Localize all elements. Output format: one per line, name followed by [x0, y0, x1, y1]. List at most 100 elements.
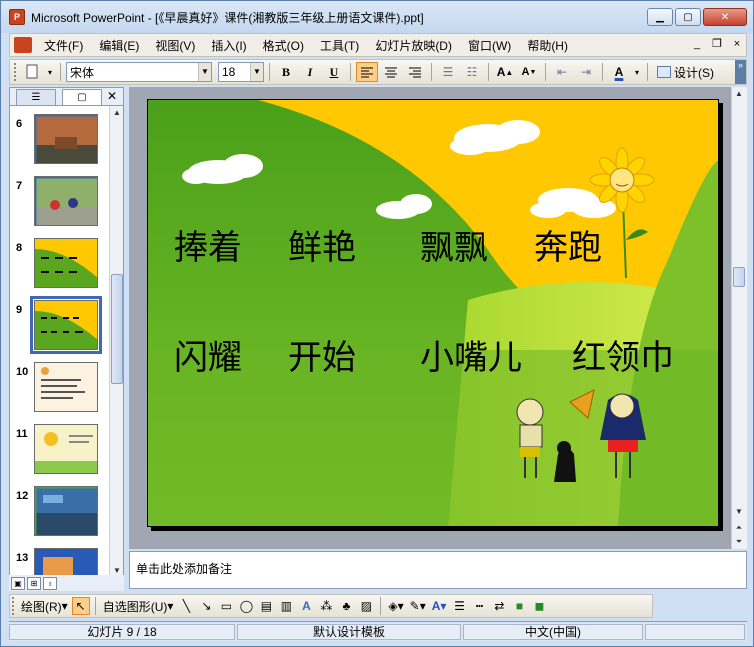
menu-tools[interactable]: 工具(T)	[312, 37, 367, 54]
align-left-icon[interactable]	[356, 62, 378, 82]
chevron-down-icon[interactable]: ▾	[632, 62, 642, 82]
fill-color-icon[interactable]: ◈▾	[386, 597, 405, 615]
3d-icon[interactable]: ◼	[530, 597, 548, 615]
slide-thumbnail[interactable]	[34, 548, 98, 578]
bold-button[interactable]: B	[275, 62, 297, 82]
vocab-word[interactable]: 飘飘	[420, 220, 488, 269]
vocab-word[interactable]: 奔跑	[534, 220, 602, 269]
slide-scrollbar[interactable]: ▲ ▼ ⏶ ⏷	[731, 87, 747, 549]
list-item[interactable]: 7	[10, 176, 108, 238]
close-button[interactable]: ✕	[703, 8, 747, 26]
new-document-icon[interactable]	[21, 62, 43, 82]
menu-view[interactable]: 视图(V)	[147, 37, 203, 54]
slide-thumbnail[interactable]	[34, 114, 98, 164]
slide-sorter-icon[interactable]: ⊞	[27, 576, 41, 590]
menu-file[interactable]: 文件(F)	[36, 37, 91, 54]
list-item[interactable]: 9	[10, 296, 108, 362]
wordart-icon[interactable]: A	[297, 597, 315, 615]
bullet-list-icon[interactable]: ☷	[461, 62, 483, 82]
increase-font-icon[interactable]: A ▲	[494, 62, 516, 82]
doc-restore-icon[interactable]: ❐	[710, 36, 724, 52]
align-right-icon[interactable]	[404, 62, 426, 82]
menu-edit[interactable]: 编辑(E)	[91, 37, 147, 54]
list-item[interactable]: 6	[10, 114, 108, 176]
menu-format[interactable]: 格式(O)	[255, 37, 312, 54]
scroll-down-icon[interactable]: ▼	[733, 505, 745, 519]
chevron-down-icon[interactable]: ▼	[250, 63, 263, 81]
increase-indent-icon[interactable]: ⇥	[575, 62, 597, 82]
slide-thumbnail[interactable]	[34, 486, 98, 536]
font-color-icon[interactable]: A	[608, 62, 630, 82]
picture-icon[interactable]: ▨	[357, 597, 375, 615]
list-item[interactable]: 10	[10, 362, 108, 424]
design-button[interactable]: 设计(S)	[653, 64, 718, 81]
list-item[interactable]: 12	[10, 486, 108, 548]
menu-help[interactable]: 帮助(H)	[519, 37, 576, 54]
slide-thumbnail[interactable]	[30, 296, 102, 354]
list-item[interactable]: 8	[10, 238, 108, 300]
list-item[interactable]: 11	[10, 424, 108, 486]
slideshow-icon[interactable]: ♁	[43, 576, 57, 590]
toolbar-overflow-icon[interactable]: »	[735, 60, 746, 84]
previous-slide-icon[interactable]: ⏶	[733, 521, 745, 535]
line-icon[interactable]: ╲	[177, 597, 195, 615]
scroll-up-icon[interactable]: ▲	[733, 87, 745, 101]
scrollbar-thumb[interactable]	[733, 267, 745, 287]
vocab-word[interactable]: 捧着	[174, 220, 242, 269]
draw-menu-button[interactable]: 绘图(R) ▾	[19, 597, 70, 615]
list-item[interactable]: 13	[10, 548, 108, 578]
font-color-icon[interactable]: A▾	[430, 597, 449, 615]
italic-button[interactable]: I	[299, 62, 321, 82]
close-icon[interactable]: ✕	[107, 89, 117, 103]
vertical-textbox-icon[interactable]: ▥	[277, 597, 295, 615]
shadow-icon[interactable]: ■	[510, 597, 528, 615]
doc-close-icon[interactable]: ×	[730, 36, 744, 52]
chevron-down-icon[interactable]: ▾	[45, 62, 55, 82]
thumbnail-scrollbar[interactable]: ▲ ▼	[109, 106, 123, 578]
vocab-word[interactable]: 开始	[288, 330, 356, 379]
clipart-icon[interactable]: ♣	[337, 597, 355, 615]
menu-window[interactable]: 窗口(W)	[460, 37, 519, 54]
scrollbar-thumb[interactable]	[111, 274, 123, 384]
slide-thumbnail[interactable]	[34, 176, 98, 226]
arrow-style-icon[interactable]: ⇄	[490, 597, 508, 615]
slide-thumbnail[interactable]	[34, 362, 98, 412]
document-icon[interactable]	[14, 37, 32, 53]
minimize-button[interactable]: ▁	[647, 8, 673, 26]
tab-outline[interactable]: ☰	[16, 89, 56, 105]
vocab-word[interactable]: 红领巾	[572, 330, 674, 379]
underline-button[interactable]: U	[323, 62, 345, 82]
line-style-icon[interactable]: ☰	[450, 597, 468, 615]
vocab-word[interactable]: 小嘴儿	[420, 330, 522, 379]
line-color-icon[interactable]: ✎▾	[408, 597, 428, 615]
font-size-select[interactable]: 18 ▼	[218, 62, 264, 82]
menu-insert[interactable]: 插入(I)	[203, 37, 254, 54]
doc-minimize-icon[interactable]: _	[690, 36, 704, 52]
slide-thumbnail[interactable]	[34, 238, 98, 288]
rectangle-icon[interactable]: ▭	[217, 597, 235, 615]
notes-pane[interactable]: 单击此处添加备注	[129, 551, 747, 589]
decrease-font-icon[interactable]: A ▼	[518, 62, 540, 82]
normal-view-icon[interactable]: ▣	[11, 576, 25, 590]
chevron-down-icon[interactable]: ▼	[198, 63, 211, 81]
textbox-icon[interactable]: ▤	[257, 597, 275, 615]
vocab-word[interactable]: 闪耀	[174, 330, 242, 379]
diagram-icon[interactable]: ⁂	[317, 597, 335, 615]
next-slide-icon[interactable]: ⏷	[733, 535, 745, 549]
menu-slideshow[interactable]: 幻灯片放映(D)	[367, 37, 460, 54]
slide-thumbnail[interactable]	[34, 424, 98, 474]
arrow-icon[interactable]: ↘	[197, 597, 215, 615]
toolbar-grip[interactable]	[14, 63, 17, 81]
numbered-list-icon[interactable]: ☰	[437, 62, 459, 82]
autoshapes-button[interactable]: 自选图形(U) ▾	[101, 597, 176, 615]
font-name-select[interactable]: 宋体 ▼	[66, 62, 212, 82]
slide-canvas[interactable]: 捧着 鲜艳 飘飘 奔跑 闪耀 开始 小嘴儿 红领巾	[147, 99, 719, 527]
tab-slides[interactable]: ▢	[62, 89, 102, 105]
align-center-icon[interactable]	[380, 62, 402, 82]
scroll-up-icon[interactable]: ▲	[111, 106, 123, 120]
dash-style-icon[interactable]: ┅	[470, 597, 488, 615]
maximize-button[interactable]: ▢	[675, 8, 701, 26]
vocab-word[interactable]: 鲜艳	[288, 220, 356, 269]
powerpoint-icon[interactable]: P	[9, 9, 25, 25]
oval-icon[interactable]: ◯	[237, 597, 255, 615]
